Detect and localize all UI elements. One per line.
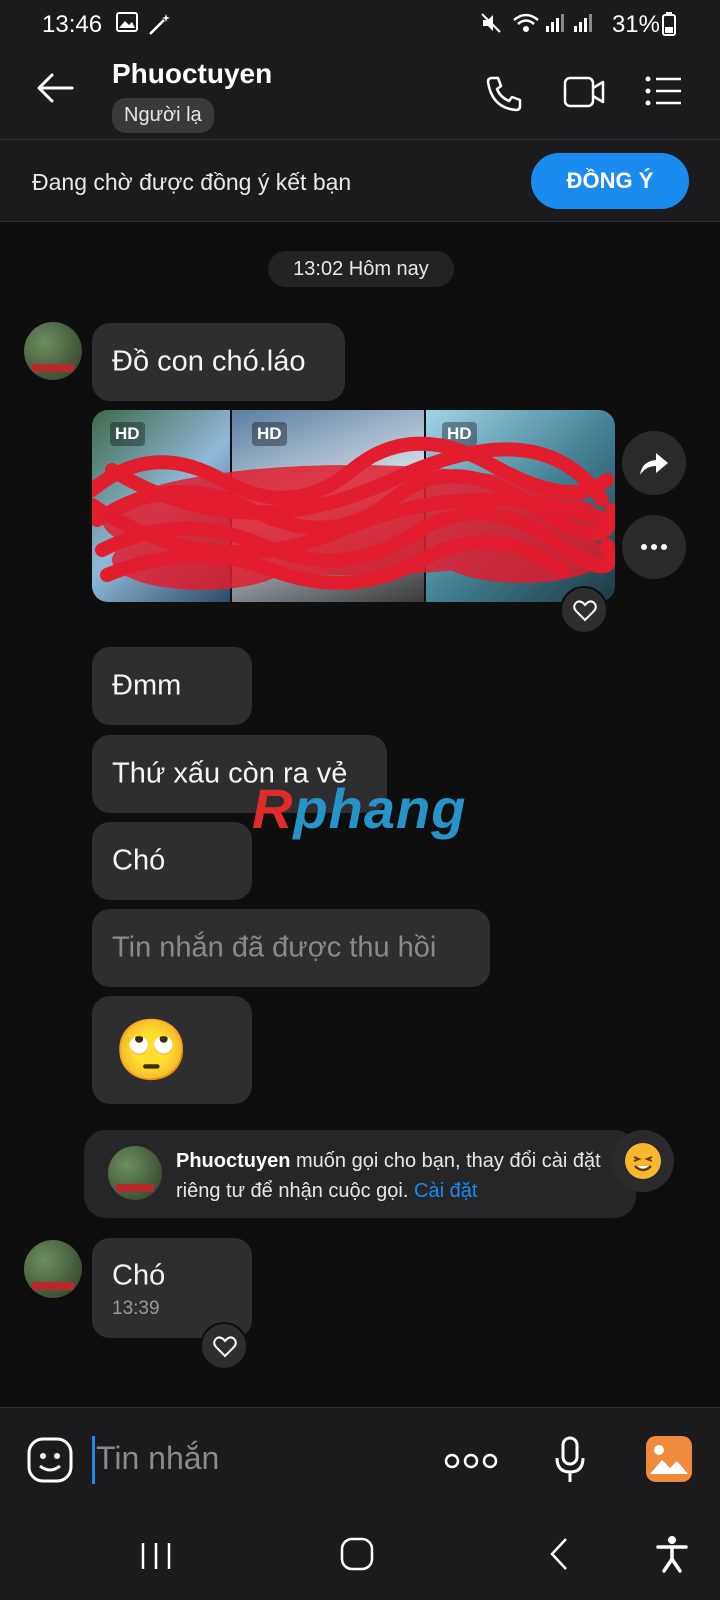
status-bar: 13:46 31%: [0, 0, 720, 46]
back-arrow-icon[interactable]: [36, 72, 74, 109]
heart-icon: [573, 600, 597, 622]
react-heart-button[interactable]: [200, 1322, 248, 1370]
message-text: Đồ con chó.láo: [112, 345, 306, 378]
wifi-icon: [512, 12, 540, 39]
notice-text: Phuoctuyen muốn gọi cho bạn, thay đổi cà…: [176, 1150, 601, 1202]
settings-link[interactable]: Cài đặt: [414, 1180, 477, 1202]
message-text: Đmm: [112, 669, 182, 702]
message-composer: Tin nhắn: [0, 1407, 720, 1511]
message-input[interactable]: Tin nhắn: [96, 1440, 219, 1477]
gallery-icon: [116, 12, 138, 37]
magic-wand-icon: [146, 12, 172, 41]
recent-apps-icon[interactable]: [140, 1541, 172, 1576]
message-time: 13:39: [112, 1298, 160, 1319]
call-privacy-notice: Phuoctuyen muốn gọi cho bạn, thay đổi cà…: [84, 1130, 636, 1218]
microphone-icon[interactable]: [554, 1436, 586, 1489]
laughing-emoji-icon: [625, 1143, 661, 1179]
notice-avatar: [108, 1146, 162, 1200]
home-icon[interactable]: [340, 1537, 374, 1576]
rolling-eyes-emoji: 🙄: [114, 1016, 189, 1084]
sticker-icon[interactable]: [26, 1436, 74, 1489]
date-divider: 13:02 Hôm nay: [268, 251, 454, 287]
message-text: Chó: [112, 844, 166, 877]
watermark-logo: Rphang: [252, 777, 467, 840]
recalled-message-bubble[interactable]: Tin nhắn đã được thu hồi: [92, 909, 490, 987]
video-call-icon[interactable]: [563, 74, 605, 115]
emoji-reaction-button[interactable]: [612, 1130, 674, 1192]
mute-icon: [480, 12, 504, 39]
system-nav-bar: [0, 1511, 720, 1600]
share-button[interactable]: [622, 431, 686, 495]
pending-friend-bar: Đang chờ được đồng ý kết bạn ĐỒNG Ý: [0, 140, 720, 222]
contact-avatar[interactable]: [24, 322, 82, 380]
pending-text: Đang chờ được đồng ý kết bạn: [32, 169, 352, 195]
heart-icon: [213, 1336, 237, 1358]
share-arrow-icon: [640, 453, 668, 475]
image-picker-icon[interactable]: [644, 1434, 694, 1489]
contact-name[interactable]: Phuoctuyen: [112, 58, 272, 90]
message-bubble[interactable]: Đmm: [92, 647, 252, 725]
red-scribble-censor: [92, 436, 615, 590]
menu-list-icon[interactable]: [645, 74, 683, 113]
message-text: Chó: [112, 1259, 166, 1292]
stranger-badge: Người lạ: [112, 98, 214, 133]
more-dots-icon: [641, 544, 667, 550]
signal-icon: [544, 12, 564, 39]
text-caret: [92, 1436, 95, 1484]
more-actions-icon[interactable]: [444, 1452, 498, 1475]
status-time: 13:46: [42, 11, 103, 38]
more-options-button[interactable]: [622, 515, 686, 579]
emoji-message-bubble[interactable]: 🙄: [92, 996, 252, 1104]
message-bubble[interactable]: Chó: [92, 822, 252, 900]
battery-icon: [662, 12, 676, 41]
media-grid[interactable]: HD HD HD: [92, 410, 615, 602]
contact-avatar[interactable]: [24, 1240, 82, 1298]
agree-button[interactable]: ĐỒNG Ý: [531, 153, 689, 209]
message-bubble[interactable]: Đồ con chó.láo: [92, 323, 345, 401]
recalled-message-text: Tin nhắn đã được thu hồi: [112, 931, 437, 964]
accessibility-icon[interactable]: [656, 1535, 688, 1578]
react-heart-button[interactable]: [560, 586, 608, 634]
phone-icon[interactable]: [484, 74, 524, 119]
signal-icon-2: [572, 12, 592, 39]
back-nav-icon[interactable]: [548, 1537, 570, 1576]
battery-level: 31%: [611, 11, 660, 38]
chat-header: Phuoctuyen Người lạ: [0, 46, 720, 140]
